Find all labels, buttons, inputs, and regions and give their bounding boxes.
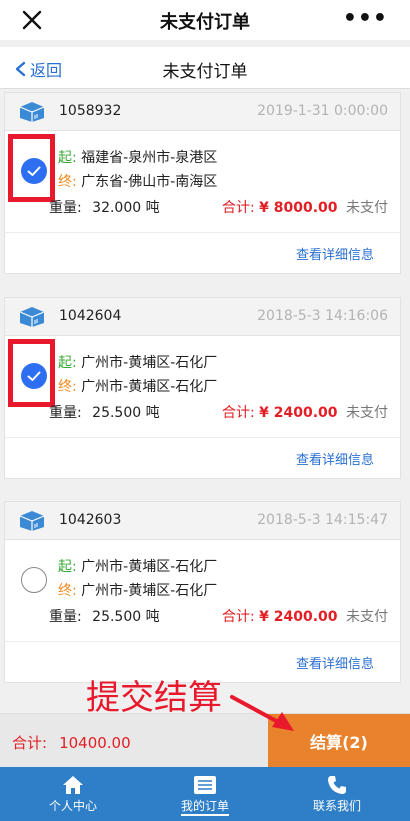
- weight-label: 重量:: [49, 200, 82, 216]
- origin-label: 起:: [58, 150, 77, 166]
- order-total: 合计: ¥ 2400.00 未支付: [222, 402, 388, 422]
- page-title: 未支付订单: [162, 62, 248, 82]
- destination-value: 广州市-黄埔区-石化厂: [81, 379, 218, 395]
- annotation-arrow-icon: [230, 695, 294, 731]
- order-body[interactable]: 起: 广州市-黄埔区-石化厂 终: 广州市-黄埔区-石化厂 重量: 25.500…: [5, 540, 400, 642]
- origin-label: 起:: [58, 355, 77, 371]
- origin-label: 起:: [58, 559, 77, 575]
- order-checkbox-checked[interactable]: [21, 158, 47, 184]
- order-id: 1042604: [59, 308, 122, 324]
- destination-label: 终:: [58, 174, 77, 190]
- order-body[interactable]: 起: 广州市-黄埔区-石化厂 终: 广州市-黄埔区-石化厂 重量: 25.500…: [5, 336, 400, 438]
- package-icon: [17, 306, 47, 332]
- tab-label: 个人中心: [48, 799, 97, 813]
- total-value: ¥ 8000.00: [259, 200, 338, 216]
- check-icon: [27, 166, 41, 176]
- order-footer: 查看详细信息: [5, 233, 400, 273]
- total-value: ¥ 2400.00: [259, 405, 338, 421]
- order-card: 1058932 2019-1-31 0:00:00 起: 福建省-泉州市-泉港区…: [4, 92, 401, 274]
- order-weight: 重量: 32.000 吨: [49, 197, 160, 217]
- order-date: 2018-5-3 14:16:06: [257, 308, 388, 324]
- package-icon: [17, 510, 47, 536]
- window-titlebar: 未支付订单 •••: [0, 0, 410, 40]
- summary-total-label: 合计:: [12, 734, 48, 752]
- total-value: ¥ 2400.00: [259, 609, 338, 625]
- nav-bar: 返回 未支付订单: [0, 47, 410, 89]
- destination-label: 终:: [58, 379, 77, 395]
- weight-value: 32.000 吨: [92, 200, 160, 216]
- tab-profile[interactable]: 个人中心: [5, 767, 141, 821]
- view-details-link[interactable]: 查看详细信息: [296, 449, 374, 468]
- destination-label: 终:: [58, 583, 77, 599]
- total-label: 合计:: [221, 405, 255, 421]
- checkout-bar: 合计: 10400.00 结算(2): [0, 713, 410, 768]
- order-card: 1042604 2018-5-3 14:16:06 起: 广州市-黄埔区-石化厂…: [4, 297, 401, 479]
- order-checkbox-checked[interactable]: [21, 363, 47, 389]
- order-checkbox-unchecked[interactable]: [21, 567, 47, 593]
- order-id: 1058932: [59, 103, 122, 119]
- order-destination: 终: 广州市-黄埔区-石化厂: [58, 376, 217, 396]
- order-body[interactable]: 起: 福建省-泉州市-泉港区 终: 广东省-佛山市-南海区 重量: 32.000…: [5, 131, 400, 233]
- total-label: 合计:: [221, 609, 255, 625]
- origin-value: 广州市-黄埔区-石化厂: [81, 355, 218, 371]
- order-date: 2019-1-31 0:00:00: [257, 103, 388, 119]
- tab-label: 我的订单: [180, 797, 229, 816]
- more-menu-button[interactable]: •••: [343, 6, 388, 31]
- destination-value: 广州市-黄埔区-石化厂: [81, 583, 218, 599]
- tab-my-orders[interactable]: 我的订单: [137, 767, 273, 821]
- summary-total-value: 10400.00: [59, 734, 131, 752]
- weight-label: 重量:: [49, 609, 82, 625]
- origin-value: 广州市-黄埔区-石化厂: [81, 559, 218, 575]
- origin-value: 福建省-泉州市-泉港区: [81, 150, 218, 166]
- order-destination: 终: 广东省-佛山市-南海区: [58, 171, 217, 191]
- total-label: 合计:: [221, 200, 255, 216]
- home-icon: [63, 776, 83, 794]
- order-header: 1042603 2018-5-3 14:15:47: [5, 502, 400, 540]
- tab-bar: 个人中心 我的订单 联系我们: [0, 767, 410, 821]
- order-weight: 重量: 25.500 吨: [49, 606, 160, 626]
- order-id: 1042603: [59, 512, 122, 528]
- order-card: 1042603 2018-5-3 14:15:47 起: 广州市-黄埔区-石化厂…: [4, 501, 401, 683]
- order-date: 2018-5-3 14:15:47: [257, 512, 388, 528]
- payment-status: 未支付: [346, 200, 388, 216]
- order-footer: 查看详细信息: [5, 438, 400, 478]
- order-destination: 终: 广州市-黄埔区-石化厂: [58, 580, 217, 600]
- payment-status: 未支付: [346, 405, 388, 421]
- package-icon: [17, 101, 47, 127]
- order-origin: 起: 福建省-泉州市-泉港区: [58, 147, 217, 167]
- check-icon: [27, 371, 41, 381]
- view-details-link[interactable]: 查看详细信息: [296, 653, 374, 672]
- order-total: 合计: ¥ 8000.00 未支付: [222, 197, 388, 217]
- payment-status: 未支付: [346, 609, 388, 625]
- weight-value: 25.500 吨: [92, 609, 160, 625]
- list-icon: [194, 776, 216, 794]
- order-list[interactable]: 1058932 2019-1-31 0:00:00 起: 福建省-泉州市-泉港区…: [0, 90, 410, 713]
- order-total: 合计: ¥ 2400.00 未支付: [222, 606, 388, 626]
- summary-total: 合计: 10400.00: [12, 732, 131, 753]
- tab-contact-us[interactable]: 联系我们: [269, 767, 405, 821]
- phone-icon: [328, 776, 346, 794]
- order-header: 1042604 2018-5-3 14:16:06: [5, 298, 400, 336]
- annotation-text: 提交结算: [86, 678, 222, 718]
- weight-label: 重量:: [49, 405, 82, 421]
- order-header: 1058932 2019-1-31 0:00:00: [5, 93, 400, 131]
- view-details-link[interactable]: 查看详细信息: [296, 244, 374, 263]
- order-origin: 起: 广州市-黄埔区-石化厂: [58, 556, 217, 576]
- order-origin: 起: 广州市-黄埔区-石化厂: [58, 352, 217, 372]
- order-weight: 重量: 25.500 吨: [49, 402, 160, 422]
- destination-value: 广东省-佛山市-南海区: [81, 174, 218, 190]
- tab-label: 联系我们: [312, 799, 361, 813]
- weight-value: 25.500 吨: [92, 405, 160, 421]
